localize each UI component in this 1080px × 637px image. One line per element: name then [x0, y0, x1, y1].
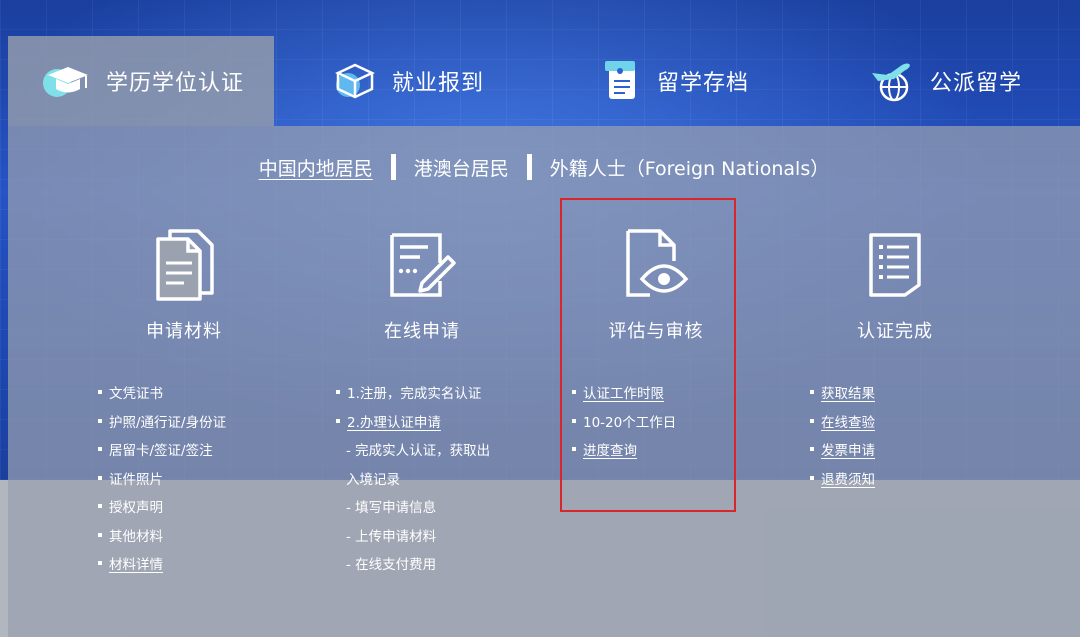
- list-item: - 填写申请信息: [346, 500, 437, 516]
- step-certification-complete: 认证完成: [775, 221, 1015, 343]
- subnav-mainland-residents[interactable]: 中国内地居民: [241, 154, 391, 181]
- step-evaluation-review: 评估与审核: [536, 221, 776, 343]
- list-item: - 完成实人认证，获取出: [346, 443, 491, 459]
- subnav-foreign-nationals[interactable]: 外籍人士（Foreign Nationals）: [532, 154, 847, 181]
- step-application-materials: 申请材料: [64, 221, 304, 343]
- work-time-limit-link[interactable]: 认证工作时限: [572, 384, 676, 413]
- graduation-cap-icon: [42, 67, 88, 97]
- progress-query-link[interactable]: 进度查询: [572, 441, 676, 470]
- list-item: - 在线支付费用: [346, 557, 437, 573]
- get-result-link[interactable]: 获取结果: [810, 384, 875, 413]
- online-verification-link[interactable]: 在线查验: [810, 413, 875, 442]
- subnav-hk-macao-taiwan-residents[interactable]: 港澳台居民: [396, 154, 527, 181]
- step-title: 认证完成: [857, 321, 933, 342]
- list-item: 10-20个工作日: [572, 413, 676, 442]
- tab-degree-certification[interactable]: 学历学位认证: [8, 36, 274, 126]
- form-pencil-icon: [390, 233, 456, 297]
- resident-type-nav: 中国内地居民 港澳台居民 外籍人士（Foreign Nationals）: [8, 152, 1080, 182]
- document-eye-icon: [626, 229, 689, 297]
- evaluation-list: 认证工作时限 10-20个工作日 进度查询: [572, 384, 676, 470]
- cube-icon: [335, 63, 375, 99]
- list-item: 证件照片: [98, 470, 226, 499]
- main-tabbar: 学历学位认证 就业报到 留学存档 公派留学: [0, 36, 1080, 126]
- list-item: 居留卡/签证/签注: [98, 441, 226, 470]
- list-item: 1.注册，完成实名认证: [336, 384, 490, 413]
- list-item: 授权声明: [98, 498, 226, 527]
- completion-list: 获取结果 在线查验 发票申请 退费须知: [810, 384, 875, 498]
- tab-employment-report[interactable]: 就业报到: [274, 36, 542, 126]
- plane-globe-icon: [871, 63, 910, 102]
- list-item: 文凭证书: [98, 384, 226, 413]
- tab-public-study-abroad[interactable]: 公派留学: [810, 36, 1080, 126]
- content-panel: 中国内地居民 港澳台居民 外籍人士（Foreign Nationals） 申请材…: [8, 126, 1080, 637]
- document-archive-icon: [604, 61, 635, 99]
- list-item: 其他材料: [98, 527, 226, 556]
- refund-notice-link[interactable]: 退费须知: [810, 470, 875, 499]
- documents-icon: [156, 229, 214, 301]
- invoice-request-link[interactable]: 发票申请: [810, 441, 875, 470]
- materials-detail-link[interactable]: 材料详情: [98, 555, 226, 584]
- materials-list: 文凭证书 护照/通行证/身份证 居留卡/签证/签注 证件照片 授权声明 其他材料…: [98, 384, 226, 584]
- online-application-list: 1.注册，完成实名认证 2.办理认证申请 - 完成实人认证，获取出 入境记录 -…: [336, 384, 490, 584]
- step-title: 在线申请: [384, 321, 460, 342]
- step-title: 评估与审核: [608, 321, 704, 342]
- tab-study-archive[interactable]: 留学存档: [542, 36, 810, 126]
- list-item: 护照/通行证/身份证: [98, 413, 226, 442]
- list-item: - 上传申请材料: [346, 528, 437, 545]
- step-online-application: 在线申请: [302, 221, 542, 343]
- list-item: 入境记录: [346, 471, 400, 488]
- step-title: 申请材料: [146, 321, 222, 342]
- apply-certification-link[interactable]: 2.办理认证申请: [336, 413, 490, 442]
- checklist-icon: [869, 233, 921, 297]
